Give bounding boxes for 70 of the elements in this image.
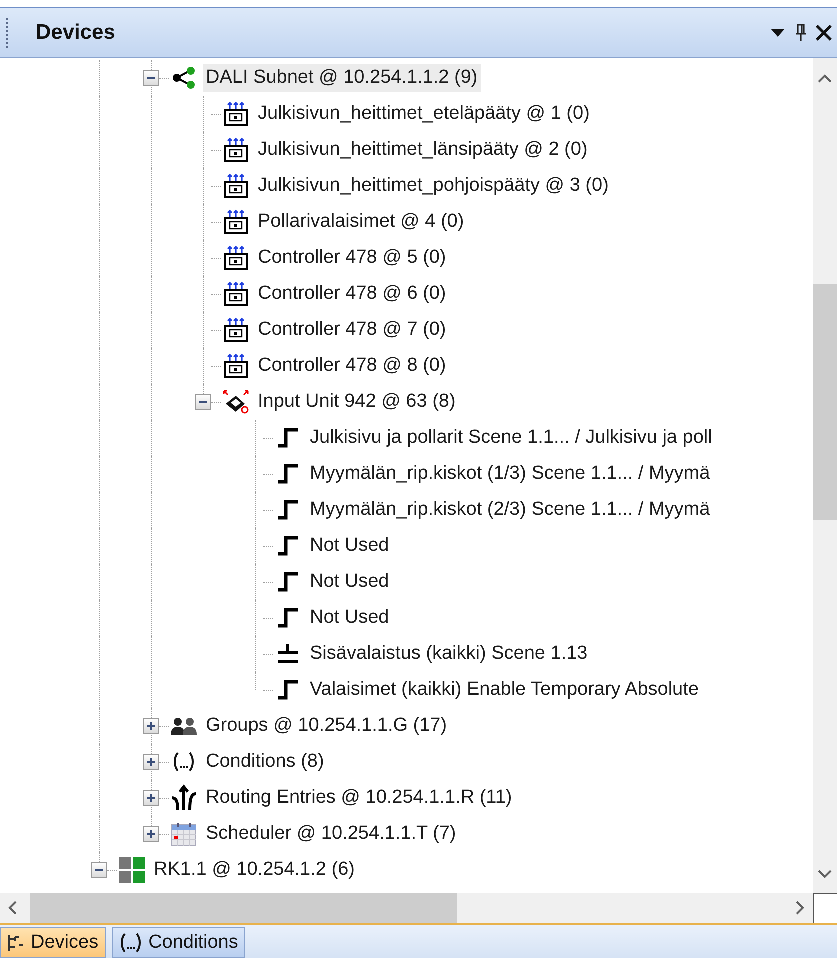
rising-edge-icon xyxy=(275,462,301,486)
input-device-icon xyxy=(222,388,250,416)
horizontal-scrollbar[interactable] xyxy=(0,893,813,923)
rising-edge-icon xyxy=(275,498,301,522)
rising-edge-icon xyxy=(275,534,301,558)
rising-edge-icon xyxy=(275,606,301,630)
device-icon xyxy=(223,317,249,343)
parentheses-icon xyxy=(118,932,143,954)
tree-item[interactable]: Groups @ 10.254.1.1.G (17) xyxy=(203,712,450,740)
share-nodes-icon xyxy=(171,66,197,90)
device-icon xyxy=(223,353,249,379)
tree-item[interactable]: Julkisivun_heittimet_länsipääty @ 2 (0) xyxy=(255,136,591,164)
scroll-down-icon[interactable] xyxy=(818,869,832,879)
tree-icon xyxy=(7,934,25,952)
tree-item[interactable]: Julkisivun_heittimet_pohjoispääty @ 3 (0) xyxy=(255,172,612,200)
tree-item[interactable]: Controller 478 @ 5 (0) xyxy=(255,244,450,272)
panel-tab[interactable]: Conditions xyxy=(112,927,246,958)
tree-item[interactable]: Scheduler @ 10.254.1.1.T (7) xyxy=(203,820,460,848)
dropdown-icon[interactable] xyxy=(771,28,785,36)
switch-contact-icon xyxy=(275,642,301,666)
tree-item[interactable]: Valaisimet (kaikki) Enable Temporary Absolute xyxy=(307,676,702,704)
calendar-icon xyxy=(170,821,198,847)
tree-item[interactable]: Not Used xyxy=(307,604,392,632)
scroll-right-icon[interactable] xyxy=(795,901,805,915)
tree-item[interactable]: Myymälän_rip.kiskot (2/3) Scene 1.1... / Myymä xyxy=(307,496,714,524)
expand-toggle[interactable] xyxy=(143,754,159,770)
tree-item[interactable]: Not Used xyxy=(307,532,392,560)
tree-item[interactable]: Controller 478 @ 6 (0) xyxy=(255,280,450,308)
tree-item[interactable]: RK1.1 @ 10.254.1.2 (6) xyxy=(151,856,358,884)
tree-item[interactable]: Input Unit 942 @ 63 (8) xyxy=(255,388,459,416)
tree-item[interactable]: DALI Subnet @ 10.254.1.1.2 (9) xyxy=(203,64,481,92)
tree-item[interactable]: Not Used xyxy=(307,568,392,596)
parentheses-icon xyxy=(172,751,196,773)
close-icon[interactable] xyxy=(815,24,833,42)
tree-item[interactable]: Myymälän_rip.kiskot (1/3) Scene 1.1... / Myymä xyxy=(307,460,714,488)
tree-item[interactable]: Pollarivalaisimet @ 4 (0) xyxy=(255,208,468,236)
scroll-up-icon[interactable] xyxy=(818,74,832,84)
collapse-toggle[interactable] xyxy=(195,394,211,410)
device-icon xyxy=(223,281,249,307)
scroll-corner xyxy=(813,893,837,923)
device-icon xyxy=(223,137,249,163)
collapse-toggle[interactable] xyxy=(143,70,159,86)
rising-edge-icon xyxy=(275,570,301,594)
panel-tab[interactable]: Devices xyxy=(0,927,106,958)
vertical-scrollbar[interactable] xyxy=(813,58,837,893)
tree-item[interactable]: Controller 478 @ 8 (0) xyxy=(255,352,450,380)
panel-title: Devices xyxy=(36,20,116,46)
pin-icon[interactable] xyxy=(795,24,807,42)
rising-edge-icon xyxy=(275,426,301,450)
scroll-left-icon[interactable] xyxy=(8,901,18,915)
routing-arrows-icon xyxy=(170,784,198,812)
tree-item[interactable]: Conditions (8) xyxy=(203,748,328,776)
device-icon xyxy=(223,101,249,127)
scroll-thumb[interactable] xyxy=(30,893,457,923)
collapse-toggle[interactable] xyxy=(91,862,107,878)
expand-toggle[interactable] xyxy=(143,826,159,842)
tree-item[interactable]: Julkisivun_heittimet_eteläpääty @ 1 (0) xyxy=(255,100,593,128)
tree-item[interactable]: Julkisivu ja pollarit Scene 1.1... / Julkisivu ja poll xyxy=(307,424,716,452)
device-icon xyxy=(223,209,249,235)
grid-blocks-icon xyxy=(118,856,146,884)
people-icon xyxy=(170,715,198,737)
tree-item[interactable]: Controller 478 @ 7 (0) xyxy=(255,316,450,344)
scroll-thumb[interactable] xyxy=(813,284,837,520)
expand-toggle[interactable] xyxy=(143,790,159,806)
expand-toggle[interactable] xyxy=(143,718,159,734)
device-icon xyxy=(223,173,249,199)
device-icon xyxy=(223,245,249,271)
tree-item[interactable]: Routing Entries @ 10.254.1.1.R (11) xyxy=(203,784,516,812)
rising-edge-icon xyxy=(275,678,301,702)
tree-item[interactable]: Sisävalaistus (kaikki) Scene 1.13 xyxy=(307,640,591,668)
